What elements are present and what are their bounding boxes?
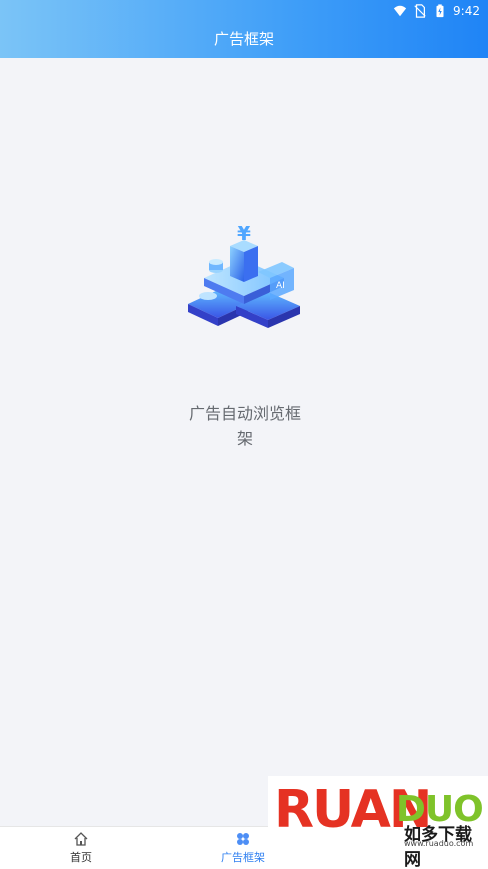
status-bar: 9:42 bbox=[393, 2, 480, 20]
apps-icon bbox=[237, 833, 249, 845]
main-content: ¥ AI 广告自动浏览框架 bbox=[0, 58, 488, 826]
hero-caption: 广告自动浏览框架 bbox=[188, 404, 301, 448]
nav-item-home[interactable]: 首页 bbox=[0, 827, 162, 869]
page-title: 广告框架 bbox=[213, 30, 274, 48]
nav-item-label: 广告框架 bbox=[221, 851, 265, 864]
site-watermark: RUAN DUO 如多下载网 www.ruaduo.com bbox=[268, 776, 488, 869]
svg-text:¥: ¥ bbox=[237, 226, 251, 245]
wifi-icon bbox=[393, 5, 407, 17]
finance-ai-illustration: ¥ AI bbox=[188, 226, 300, 328]
svg-text:AI: AI bbox=[276, 281, 285, 291]
no-sim-icon bbox=[414, 4, 426, 18]
watermark-url: www.ruaduo.com bbox=[404, 839, 474, 848]
home-icon bbox=[74, 832, 88, 846]
app-header: 9:42 广告框架 bbox=[0, 0, 488, 58]
nav-item-label: 首页 bbox=[70, 851, 92, 864]
status-time: 9:42 bbox=[453, 4, 480, 18]
battery-icon bbox=[436, 4, 444, 18]
